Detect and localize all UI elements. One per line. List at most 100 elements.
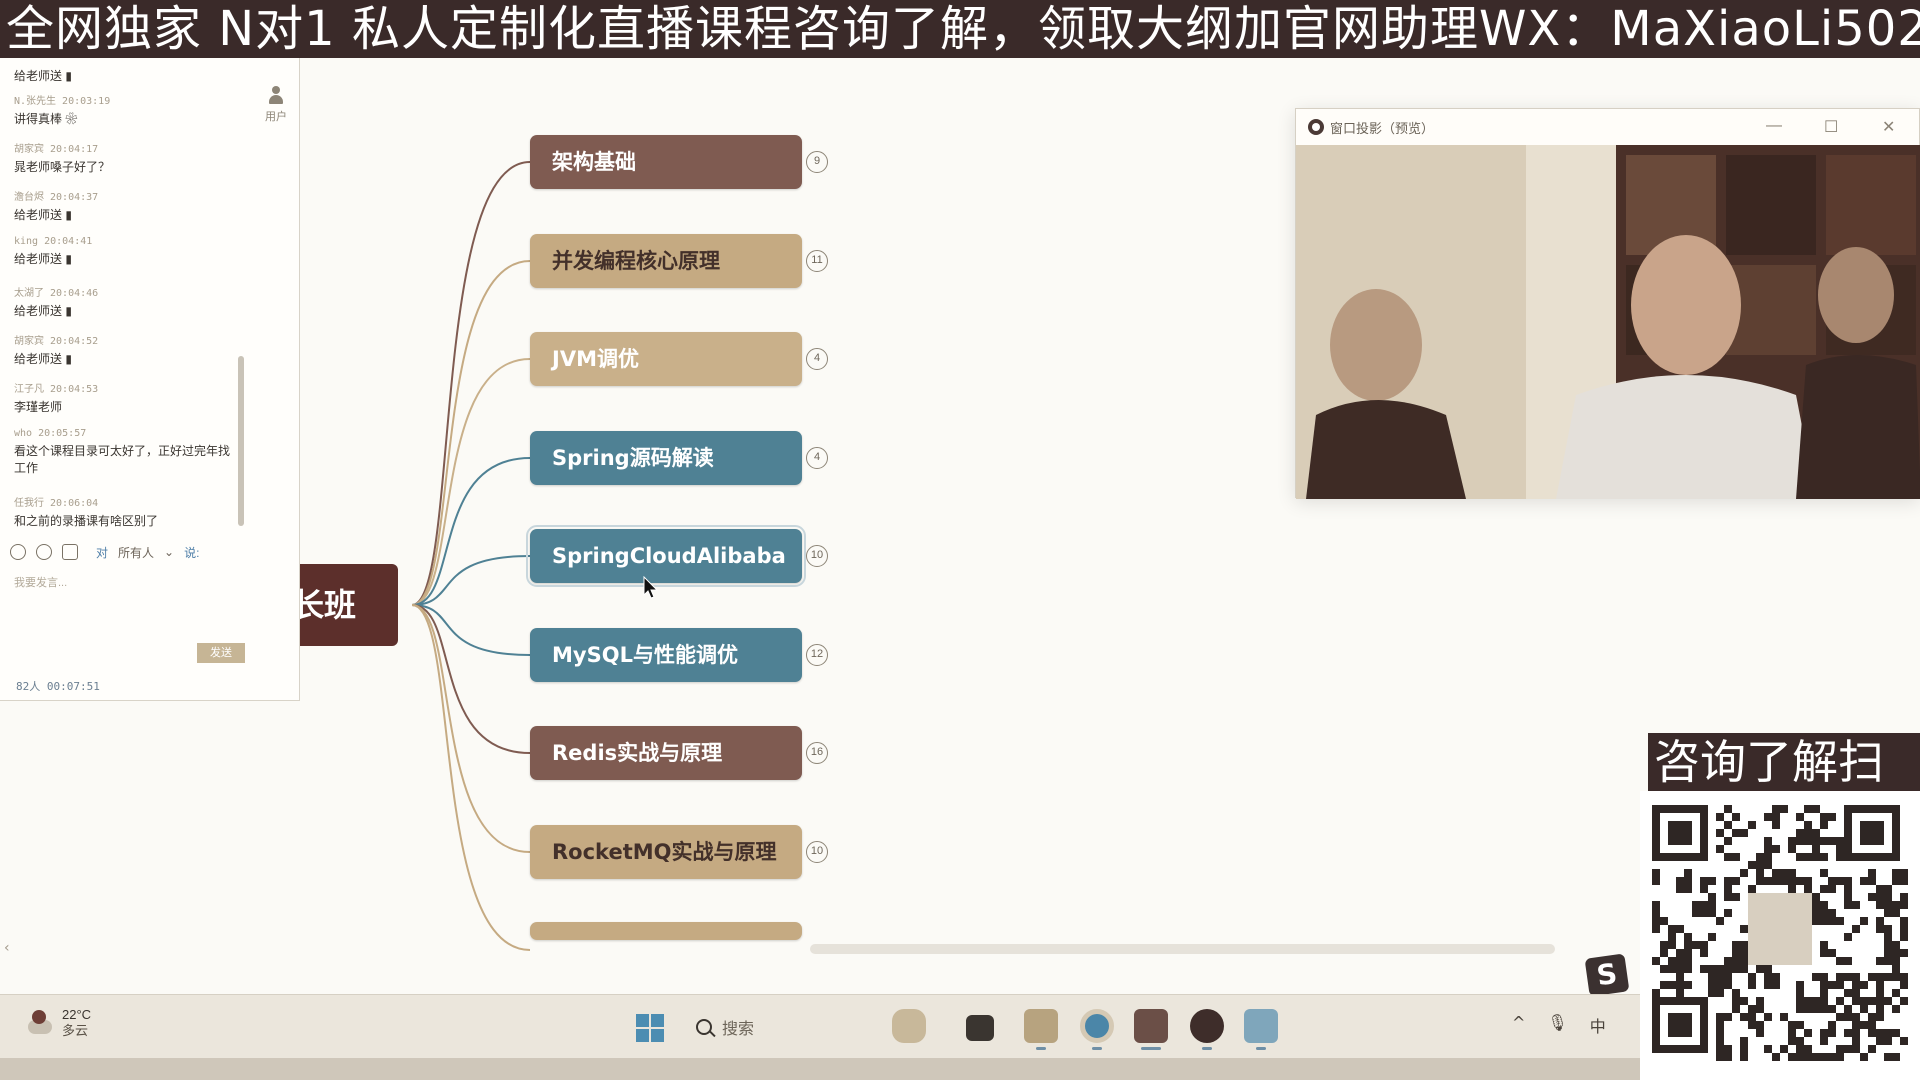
online-count-timer: 82人 00:07:51 — [16, 680, 100, 693]
search-label: 搜索 — [722, 1021, 755, 1038]
chat-message-text: 和之前的录播课有啥区别了 — [14, 514, 159, 528]
audience-select[interactable]: 所有人 — [118, 544, 154, 561]
chat-message: N.张先生 20:03:19 讲得真棒 ❀ — [14, 92, 239, 128]
chat-message: 胡家宾 20:04:17 晁老师嗓子好了？ — [14, 140, 239, 176]
chat-message: 江子凡 20:04:53 李瑾老师 — [14, 380, 239, 416]
mindmap-node-clipped[interactable] — [530, 922, 802, 940]
bottom-strip — [0, 1058, 1640, 1080]
weather-widget[interactable]: 22°C 多云 — [22, 1007, 91, 1039]
user-tab-label: 用户 — [265, 110, 287, 123]
window-projection-preview[interactable]: 窗口投影（预览） — ☐ ✕ — [1295, 108, 1920, 499]
system-tray: ^ 🎙 中 — [1512, 1013, 1606, 1037]
tray-chevron-icon[interactable]: ^ — [1512, 1013, 1525, 1037]
mindmap-connector — [411, 358, 531, 606]
chat-message: 给老师送 ▮ — [14, 64, 239, 85]
projection-title: 窗口投影（预览） — [1330, 120, 1435, 136]
chat-message-meta: who 20:05:57 — [14, 428, 87, 439]
chat-message-meta: 澹台烬 20:04:37 — [14, 192, 99, 203]
taskbar: 22°C 多云 搜索 ^ 🎙 中 — [0, 994, 1640, 1058]
mindmap-node-count-badge[interactable]: 12 — [806, 644, 828, 666]
mindmap-node-count-badge[interactable]: 4 — [806, 348, 828, 370]
mindmap-node[interactable]: MySQL与性能调优 — [530, 628, 802, 682]
send-button[interactable]: 发送 — [197, 643, 245, 663]
mindmap-node[interactable]: 架构基础 — [530, 135, 802, 189]
emoji-icon[interactable] — [10, 544, 26, 560]
chat-scrollbar[interactable] — [238, 356, 244, 526]
chat-message: 澹台烬 20:04:37 给老师送 ▮ — [14, 188, 239, 224]
mindmap-connector — [411, 161, 531, 606]
chat-message-meta: 胡家宾 20:04:17 — [14, 144, 99, 155]
mindmap-node-count-badge[interactable]: 4 — [806, 447, 828, 469]
chat-message-text: 给老师送 ▮ — [14, 69, 72, 83]
qr-code-pattern — [1652, 805, 1908, 1061]
horizontal-scrollbar[interactable] — [810, 944, 1555, 954]
chat-input[interactable]: 我要发言... — [14, 574, 234, 654]
cloud-app-icon[interactable] — [1244, 1009, 1278, 1043]
chevron-down-icon[interactable]: ⌄ — [164, 545, 174, 559]
mouse-cursor-icon — [643, 576, 659, 599]
chat-message: 任我行 20:06:04 和之前的录播课有啥区别了 — [14, 494, 239, 530]
mindmap-node[interactable]: JVM调优 — [530, 332, 802, 386]
mindmap-node[interactable]: SpringCloudAlibaba — [526, 525, 806, 587]
mindmap-node-count-badge[interactable]: 9 — [806, 151, 828, 173]
chat-message-text: 给老师送 ▮ — [14, 352, 72, 366]
mindmap-connector — [411, 260, 531, 606]
mindmap-node-count-badge[interactable]: 10 — [806, 841, 828, 863]
chat-message: who 20:05:57 看这个课程目录可太好了，正好过完年找工作 — [14, 428, 239, 477]
weather-desc: 多云 — [62, 1023, 89, 1038]
chat-message-text: 给老师送 ▮ — [14, 208, 72, 222]
mindmap-node-count-badge[interactable]: 16 — [806, 742, 828, 764]
mindmap-root-node[interactable]: 长班 — [300, 564, 398, 646]
mindmap-node[interactable]: RocketMQ实战与原理 — [530, 825, 802, 879]
user-list-tab[interactable]: 用户 — [258, 86, 294, 124]
mindmap-connector — [411, 604, 531, 853]
chrome-browser-icon[interactable] — [1080, 1009, 1114, 1043]
chat-message-meta: N.张先生 20:03:19 — [14, 96, 111, 107]
ime-indicator[interactable]: 中 — [1590, 1013, 1606, 1037]
chat-message-text: 看这个课程目录可太好了，正好过完年找工作 — [14, 444, 231, 475]
mindmap-node[interactable]: 并发编程核心原理 — [530, 234, 802, 288]
close-icon[interactable]: ✕ — [1882, 117, 1895, 137]
mindmap-node-count-badge[interactable]: 10 — [806, 545, 828, 567]
chat-message-text: 李瑾老师 — [14, 400, 63, 414]
projection-titlebar[interactable]: 窗口投影（预览） — ☐ ✕ — [1296, 109, 1919, 145]
mindmap-node[interactable]: Spring源码解读 — [530, 431, 802, 485]
chat-message-text: 给老师送 ▮ — [14, 304, 72, 318]
obs-app-icon[interactable] — [1190, 1009, 1224, 1043]
mindmap-node[interactable]: Redis实战与原理 — [530, 726, 802, 780]
chat-message-text: 给老师送 ▮ — [14, 252, 72, 266]
search-icon — [696, 1019, 712, 1035]
scroll-left-icon[interactable]: ‹ — [4, 940, 10, 956]
file-icon[interactable] — [966, 1015, 994, 1041]
chat-message: king 20:04:41 给老师送 ▮ — [14, 236, 239, 268]
chat-message-meta: 江子凡 20:04:53 — [14, 384, 99, 395]
qr-title-banner: 咨询了解扫 — [1648, 733, 1920, 791]
qr-code — [1640, 791, 1920, 1080]
chat-message-text: 晁老师嗓子好了？ — [14, 160, 111, 174]
maximize-icon[interactable]: ☐ — [1824, 117, 1838, 137]
weather-cloud-icon — [22, 1010, 54, 1036]
xmind-app-icon[interactable] — [1134, 1009, 1168, 1043]
chat-message-meta: 胡家宾 20:04:52 — [14, 336, 99, 347]
user-icon — [268, 86, 284, 106]
windows-start-icon[interactable] — [636, 1014, 664, 1042]
microphone-icon[interactable]: 🎙 — [1547, 1013, 1567, 1037]
chat-bubble-icon[interactable] — [36, 544, 52, 560]
minimize-icon[interactable]: — — [1766, 117, 1782, 135]
chat-message-meta: 任我行 20:06:04 — [14, 498, 99, 509]
mindmap-node-count-badge[interactable]: 11 — [806, 250, 828, 272]
chat-toolbar: 对 所有人 ⌄ 说: — [10, 542, 240, 562]
widgets-app-icon[interactable] — [892, 1009, 926, 1043]
to-label: 对 — [96, 545, 109, 560]
taskbar-search[interactable]: 搜索 — [690, 1009, 870, 1045]
image-icon[interactable] — [62, 544, 78, 560]
chat-message-text: 讲得真棒 ❀ — [14, 112, 78, 126]
say-label: 说: — [184, 545, 200, 560]
chat-message-meta: king 20:04:41 — [14, 236, 93, 247]
app-logo-icon[interactable]: S — [1584, 953, 1630, 997]
chat-message: 太湖了 20:04:46 给老师送 ▮ — [14, 284, 239, 320]
weather-temp: 22°C — [62, 1007, 92, 1022]
folder-icon[interactable] — [1024, 1009, 1058, 1043]
obs-icon — [1308, 119, 1324, 135]
chat-message-meta: 太湖了 20:04:46 — [14, 288, 99, 299]
